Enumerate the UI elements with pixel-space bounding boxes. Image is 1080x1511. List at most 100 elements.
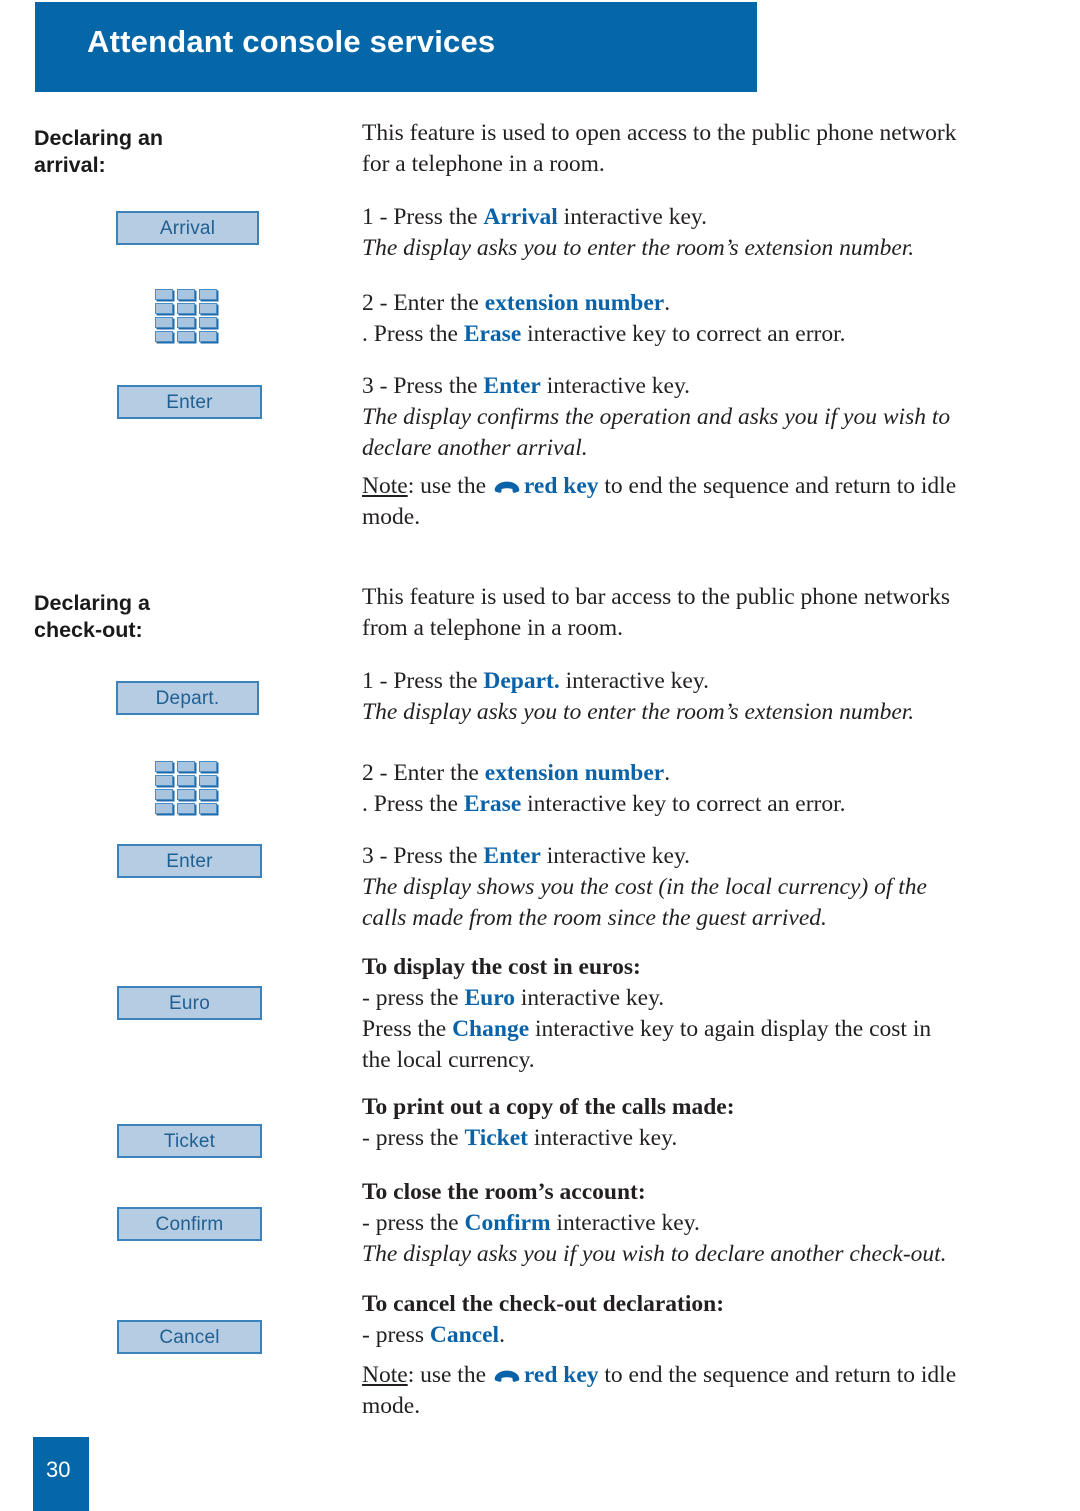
softkey-ticket[interactable]: Ticket: [117, 1124, 262, 1158]
section2-step2-line2-prefix: . Press the: [362, 791, 464, 817]
keypad-key: [155, 317, 173, 328]
keypad-key: [177, 803, 195, 814]
section2-ticket-suffix: interactive key.: [528, 1125, 678, 1151]
section2-step1-key: Depart.: [483, 668, 560, 694]
section2-ticket-line: - press the Ticket interactive key.: [362, 1123, 1024, 1154]
section1-step2-line2-key: Erase: [463, 321, 522, 347]
section1-step1-prefix: 1 - Press the: [362, 204, 484, 230]
page-number-block: 30: [33, 1437, 89, 1511]
section1-note-label: Note: [362, 473, 408, 499]
section-heading-declaring-arrival: Declaring an arrival:: [34, 125, 314, 179]
section2-confirm-suffix: interactive key.: [550, 1210, 700, 1236]
section2-intro: This feature is used to bar access to th…: [362, 582, 1024, 644]
keypad-key: [155, 803, 173, 814]
section1-note-key: red key: [523, 473, 599, 499]
keypad-key: [155, 761, 173, 772]
section1-step-2: 2 - Enter the extension number. . Press …: [362, 288, 1024, 350]
section2-ticket-block: To print out a copy of the calls made: -…: [362, 1092, 1024, 1154]
section2-step3-suffix: interactive key.: [540, 843, 691, 869]
section2-euro-block: To display the cost in euros: - press th…: [362, 952, 1024, 1076]
section2-step2-prefix: 2 - Enter the: [362, 760, 485, 786]
section2-note-prefix: : use the: [407, 1362, 492, 1388]
section2-step1-line: 1 - Press the Depart. interactive key.: [362, 666, 1024, 697]
section2-step1-prefix: 1 - Press the: [362, 668, 484, 694]
section2-change-key: Change: [452, 1016, 530, 1042]
softkey-arrival[interactable]: Arrival: [116, 211, 259, 245]
section2-step-2: 2 - Enter the extension number. . Press …: [362, 758, 1024, 820]
section1-note-suffix-line-1: to end the sequence and return to idle: [598, 473, 957, 499]
section1-step1-suffix: interactive key.: [557, 204, 707, 230]
keypad-icon: [155, 289, 217, 347]
section2-ticket-key: Ticket: [464, 1125, 529, 1151]
section2-step3-line: 3 - Press the Enter interactive key.: [362, 841, 1024, 872]
keypad-key: [155, 775, 173, 786]
section1-step3-note-line-2: declare another arrival.: [362, 435, 588, 461]
section2-note-key: red key: [523, 1362, 599, 1388]
section2-step3-note-line-2: calls made from the room since the guest…: [362, 905, 827, 931]
section2-step2-line2-suffix: interactive key to correct an error.: [521, 791, 846, 817]
softkey-enter-2[interactable]: Enter: [117, 844, 262, 878]
keypad-key: [155, 303, 173, 314]
keypad-key: [177, 317, 195, 328]
softkey-enter-1[interactable]: Enter: [117, 385, 262, 419]
keypad-row: [155, 303, 217, 314]
keypad-row: [155, 761, 217, 772]
page-number: 30: [46, 1457, 71, 1482]
section2-step3-prefix: 3 - Press the: [362, 843, 484, 869]
keypad-key: [177, 775, 195, 786]
hangup-handset-icon: [494, 481, 520, 494]
softkey-cancel[interactable]: Cancel: [117, 1320, 262, 1354]
section1-note-line-2: mode.: [362, 504, 421, 530]
section2-confirm-prefix: - press the: [362, 1210, 465, 1236]
section1-step2-line2-suffix: interactive key to correct an error.: [521, 321, 846, 347]
section1-step1-key: Arrival: [483, 204, 558, 230]
keypad-icon: [155, 761, 217, 819]
softkey-euro[interactable]: Euro: [117, 986, 262, 1020]
section1-intro-line-2: for a telephone in a room.: [362, 151, 605, 177]
section2-note-label: Note: [362, 1362, 408, 1388]
section1-intro-line-1: This feature is used to open access to t…: [362, 120, 957, 146]
section1-step3-note-line-1: The display confirms the operation and a…: [362, 404, 951, 430]
keypad-key: [199, 289, 217, 300]
section1-step2-prefix: 2 - Enter the: [362, 290, 485, 316]
keypad-row: [155, 317, 217, 328]
section2-cancel-key: Cancel: [429, 1322, 500, 1348]
section1-step2-suffix: .: [664, 290, 671, 316]
section2-confirm-block: To close the room’s account: - press the…: [362, 1177, 1024, 1270]
keypad-row: [155, 803, 217, 814]
keypad-row: [155, 789, 217, 800]
section2-euro-prefix: - press the: [362, 985, 465, 1011]
section-heading-line-2: arrival:: [34, 153, 106, 177]
softkey-depart[interactable]: Depart.: [116, 681, 259, 715]
softkey-confirm[interactable]: Confirm: [117, 1207, 262, 1241]
section-heading-line-2: check-out:: [34, 618, 143, 642]
section2-step2-line-1: 2 - Enter the extension number.: [362, 758, 1024, 789]
section2-cancel-heading: To cancel the check-out declaration:: [362, 1291, 725, 1317]
keypad-key: [199, 789, 217, 800]
keypad-key: [177, 289, 195, 300]
section2-change-line-2: the local currency.: [362, 1047, 535, 1073]
page-header-banner: Attendant console services: [35, 2, 757, 92]
section1-note-prefix: : use the: [407, 473, 492, 499]
section2-cancel-block: To cancel the check-out declaration: - p…: [362, 1289, 1024, 1351]
keypad-key: [155, 789, 173, 800]
section1-note-line-1: Note: use the red key to end the sequenc…: [362, 471, 1024, 502]
keypad-row: [155, 289, 217, 300]
section1-note: Note: use the red key to end the sequenc…: [362, 471, 1024, 533]
section2-step1-note: The display asks you to enter the room’s…: [362, 699, 915, 725]
section2-intro-line-2: from a telephone in a room.: [362, 615, 624, 641]
keypad-key: [199, 317, 217, 328]
section1-step1-note: The display asks you to enter the room’s…: [362, 235, 915, 261]
section2-euro-line: - press the Euro interactive key.: [362, 983, 1024, 1014]
section1-step3-key: Enter: [483, 373, 541, 399]
section2-ticket-heading: To print out a copy of the calls made:: [362, 1094, 735, 1120]
section1-step-1: 1 - Press the Arrival interactive key. T…: [362, 202, 1024, 264]
section1-step3-line: 3 - Press the Enter interactive key.: [362, 371, 1024, 402]
section2-step2-key: extension number: [484, 760, 665, 786]
section2-cancel-line: - press Cancel.: [362, 1320, 1024, 1351]
keypad-key: [177, 761, 195, 772]
section2-step-1: 1 - Press the Depart. interactive key. T…: [362, 666, 1024, 728]
section1-step2-line2-prefix: . Press the: [362, 321, 464, 347]
section2-step2-line-2: . Press the Erase interactive key to cor…: [362, 789, 1024, 820]
section2-intro-line-1: This feature is used to bar access to th…: [362, 584, 950, 610]
